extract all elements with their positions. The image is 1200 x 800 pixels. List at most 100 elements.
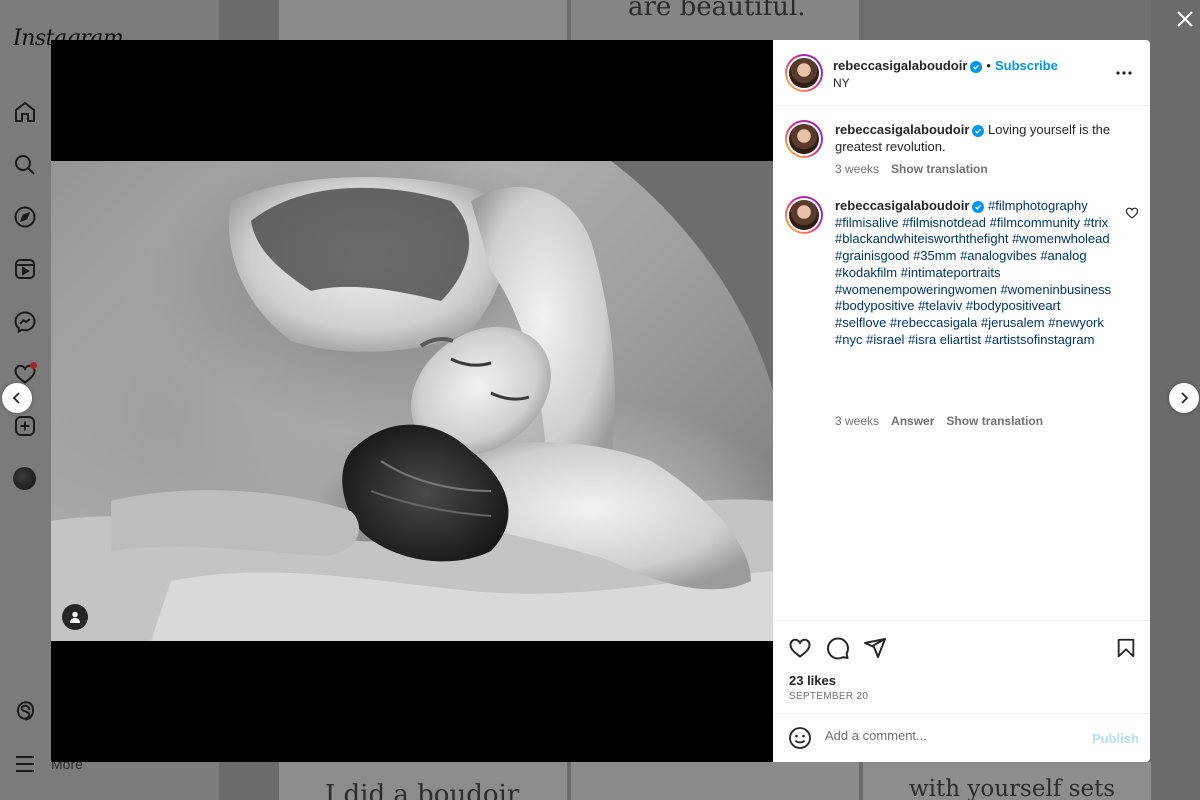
user-icon <box>70 611 80 623</box>
tile-text: are beautiful. <box>628 0 806 22</box>
tile-text: I did a boudoir <box>325 780 520 800</box>
verified-badge-icon <box>970 61 983 73</box>
show-translation-button[interactable]: Show translation <box>891 162 988 176</box>
hashtag-link[interactable]: #35mm <box>913 248 956 263</box>
hashtag-list: #filmphotography #filmisalive #filmisnot… <box>835 198 1111 347</box>
background-tile <box>279 0 567 40</box>
verified-badge-icon <box>972 125 985 137</box>
close-icon <box>1177 11 1193 27</box>
threads-icon <box>12 698 38 724</box>
post-photo <box>51 161 773 641</box>
comment-username[interactable]: rebeccasigalaboudoir <box>835 198 969 213</box>
comment-input[interactable] <box>825 728 1075 743</box>
background-tile: are beautiful. <box>571 0 859 40</box>
comment-avatar[interactable] <box>785 120 823 158</box>
hashtag-link[interactable]: #kodakfilm <box>835 265 897 280</box>
like-comment-heart-icon[interactable] <box>1125 206 1139 220</box>
search-icon <box>12 152 38 178</box>
notification-dot <box>30 362 37 369</box>
hashtag-link[interactable]: #filmphotography <box>988 198 1088 213</box>
save-button[interactable] <box>1113 635 1139 661</box>
hashtag-link[interactable]: #filmisalive <box>835 215 899 230</box>
comment-meta: 3 weeks Answer Show translation <box>835 414 1055 428</box>
author-avatar[interactable] <box>785 54 823 92</box>
like-button[interactable] <box>787 635 813 661</box>
post-media[interactable] <box>51 40 773 762</box>
hashtag-link[interactable]: #blackandwhiteisworththefight <box>835 231 1008 246</box>
post-date: SEPTEMBER 20 <box>789 691 869 702</box>
tile-text: with yourself sets <box>909 776 1116 800</box>
hashtag-link[interactable]: #filmcommunity <box>990 215 1080 230</box>
hashtag-link[interactable]: #womenwholead <box>1012 231 1110 246</box>
hashtag-link[interactable]: #grainisgood <box>835 248 909 263</box>
explore-icon <box>12 204 38 230</box>
home-icon <box>12 99 38 125</box>
photo-illustration <box>51 161 773 641</box>
comment-username[interactable]: rebeccasigalaboudoir <box>835 122 969 137</box>
hashtag-link[interactable]: #artistsofinstagram <box>985 332 1095 347</box>
chevron-right-icon <box>1181 392 1189 404</box>
post-header: rebeccasigalaboudoir • Subscribe NY <box>773 40 1150 106</box>
hashtag-link[interactable]: #bodypositive <box>835 298 915 313</box>
comment-avatar-image <box>789 200 819 230</box>
chevron-left-icon <box>12 392 20 404</box>
background-tile: with yourself sets <box>863 762 1151 800</box>
comment-time[interactable]: 3 weeks <box>835 162 879 176</box>
profile-avatar <box>13 467 36 490</box>
more-options-button[interactable] <box>1113 64 1135 82</box>
post-location[interactable]: NY <box>833 76 850 90</box>
create-icon <box>12 413 38 439</box>
add-comment-bar: Publish <box>773 713 1150 762</box>
comment-button[interactable] <box>825 635 851 661</box>
likes-count[interactable]: 23 likes <box>789 673 836 688</box>
comment-body: rebeccasigalaboudoir #filmphotography #f… <box>835 198 1113 348</box>
hashtag-link[interactable]: #isra eliartist <box>908 332 981 347</box>
background-tile: I did a boudoir <box>279 762 567 800</box>
answer-button[interactable]: Answer <box>891 414 934 428</box>
menu-icon <box>12 751 38 777</box>
hashtag-link[interactable]: #jerusalem <box>981 315 1045 330</box>
hashtag-link[interactable]: #bodypositiveart <box>966 298 1061 313</box>
hashtag-link[interactable]: #rebeccasigala <box>890 315 977 330</box>
hashtag-link[interactable]: #womenempoweringwomen <box>835 282 997 297</box>
send-icon <box>864 638 886 658</box>
separator: • <box>986 58 991 73</box>
show-translation-button[interactable]: Show translation <box>946 414 1043 428</box>
hashtag-link[interactable]: #selflove <box>835 315 886 330</box>
close-button[interactable] <box>1172 6 1198 32</box>
comment-meta: 3 weeks Show translation <box>835 162 1000 176</box>
emoji-icon[interactable] <box>788 726 812 750</box>
heart-icon <box>789 638 811 658</box>
previous-post-button[interactable] <box>2 383 32 413</box>
author-avatar-image <box>789 58 819 88</box>
share-button[interactable] <box>862 635 888 661</box>
post-details-panel: rebeccasigalaboudoir • Subscribe NY rebecc… <box>773 40 1150 762</box>
comment-avatar[interactable] <box>785 196 823 234</box>
background-tile <box>571 762 859 800</box>
hashtag-link[interactable]: #analogvibes <box>960 248 1037 263</box>
reels-icon <box>12 256 38 282</box>
hashtag-link[interactable]: #womeninbusiness <box>1000 282 1111 297</box>
hashtag-link[interactable]: #newyork <box>1048 315 1104 330</box>
author-line: rebeccasigalaboudoir • Subscribe <box>833 57 1058 75</box>
bookmark-icon <box>1117 638 1135 658</box>
subscribe-button[interactable]: Subscribe <box>995 58 1058 73</box>
hashtag-link[interactable]: #telaviv <box>918 298 962 313</box>
comment-bubble-icon <box>827 637 849 660</box>
publish-button[interactable]: Publish <box>1092 731 1139 746</box>
hashtag-link[interactable]: #israel <box>866 332 904 347</box>
hashtag-link[interactable]: #intimateportraits <box>901 265 1001 280</box>
hashtag-link[interactable]: #trix <box>1084 215 1109 230</box>
hashtag-link[interactable]: #filmisnotdead <box>902 215 986 230</box>
verified-badge-icon <box>972 201 985 213</box>
hashtag-link[interactable]: #analog <box>1040 248 1086 263</box>
next-post-button[interactable] <box>1169 383 1199 413</box>
messenger-icon <box>12 309 38 335</box>
comment-body: rebeccasigalaboudoir Loving yourself is … <box>835 122 1113 155</box>
comment-time[interactable]: 3 weeks <box>835 414 879 428</box>
tagged-people-button[interactable] <box>62 604 88 630</box>
hashtag-link[interactable]: #nyc <box>835 332 862 347</box>
comment-avatar-image <box>789 124 819 154</box>
author-username[interactable]: rebeccasigalaboudoir <box>833 58 967 73</box>
background-tile <box>863 0 1151 40</box>
